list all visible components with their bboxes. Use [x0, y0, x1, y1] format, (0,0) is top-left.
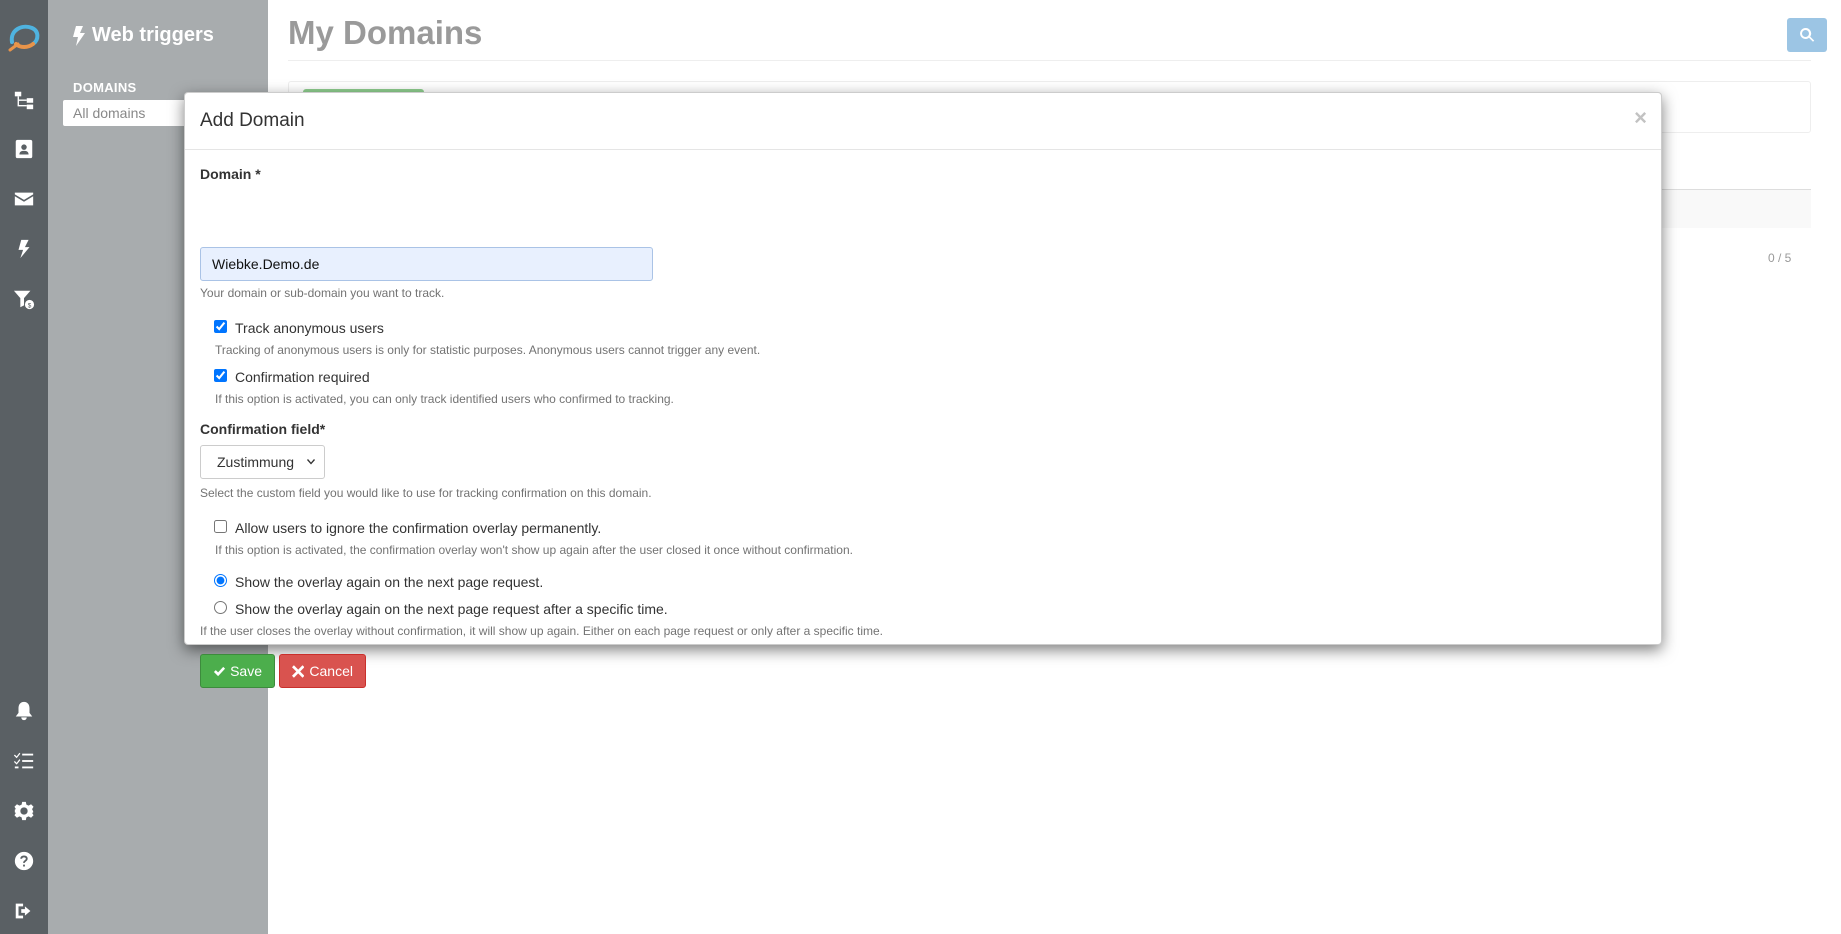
radio-next-request-label: Show the overlay again on the next page … [235, 574, 544, 590]
allow-ignore-checkbox[interactable] [214, 520, 227, 533]
confirmation-field-help: Select the custom field you would like t… [200, 486, 652, 500]
track-anonymous-help: Tracking of anonymous users is only for … [215, 343, 761, 357]
check-icon [213, 666, 226, 676]
allow-ignore-help: If this option is activated, the confirm… [215, 543, 853, 557]
bolt-icon[interactable] [12, 237, 36, 261]
close-icon [292, 664, 305, 678]
overlay-radio-help: If the user closes the overlay without c… [200, 624, 884, 638]
modal-header: Add Domain × [185, 93, 1661, 150]
confirmation-field-select[interactable]: Zustimmung [200, 445, 325, 479]
confirmation-field-value: Zustimmung [217, 454, 295, 470]
domain-help: Your domain or sub-domain you want to tr… [200, 286, 445, 300]
track-anonymous-checkbox[interactable] [214, 320, 227, 333]
confirmation-field-label: Confirmation field* [200, 421, 326, 437]
cancel-button[interactable]: Cancel [279, 654, 366, 688]
funnel-icon[interactable]: $ [12, 287, 36, 311]
contacts-icon[interactable] [12, 137, 36, 161]
pagination-count: 0 / 5 [1768, 251, 1792, 265]
icon-rail: $ [0, 0, 48, 934]
gear-icon[interactable] [12, 799, 36, 823]
save-label: Save [230, 663, 262, 679]
logo-icon[interactable] [6, 20, 42, 56]
allow-ignore-label: Allow users to ignore the confirmation o… [235, 520, 602, 536]
track-anonymous-label: Track anonymous users [235, 320, 384, 336]
cancel-label: Cancel [309, 663, 353, 679]
logout-icon[interactable] [12, 899, 36, 923]
search-icon [1800, 27, 1815, 42]
page-title: My Domains [288, 14, 483, 51]
domain-input[interactable] [200, 247, 653, 281]
workflow-icon[interactable] [12, 88, 36, 112]
help-icon[interactable] [12, 849, 36, 873]
modal-title: Add Domain [200, 110, 305, 131]
save-button[interactable]: Save [200, 654, 275, 688]
confirmation-required-label: Confirmation required [235, 369, 370, 385]
domain-label: Domain * [200, 166, 261, 182]
svg-text:$: $ [28, 302, 32, 309]
checklist-icon[interactable] [12, 749, 36, 773]
bell-icon[interactable] [12, 699, 36, 723]
close-icon[interactable]: × [1634, 107, 1647, 129]
add-domain-modal: Add Domain × Domain * Your domain or sub… [184, 92, 1662, 688]
email-icon[interactable] [12, 187, 36, 211]
bolt-icon [73, 25, 85, 46]
search-button[interactable] [1787, 18, 1827, 52]
radio-specific-time[interactable] [214, 601, 227, 614]
radio-next-request[interactable] [214, 574, 227, 587]
section-title: Web triggers [72, 24, 214, 47]
confirmation-required-help: If this option is activated, you can onl… [215, 392, 674, 406]
confirmation-required-checkbox[interactable] [214, 369, 227, 382]
sidebar-heading: DOMAINS [73, 80, 137, 95]
section-title-text: Web triggers [92, 24, 214, 46]
radio-specific-time-label: Show the overlay again on the next page … [235, 601, 668, 617]
chevron-down-icon [307, 459, 315, 465]
title-divider [288, 60, 1811, 61]
